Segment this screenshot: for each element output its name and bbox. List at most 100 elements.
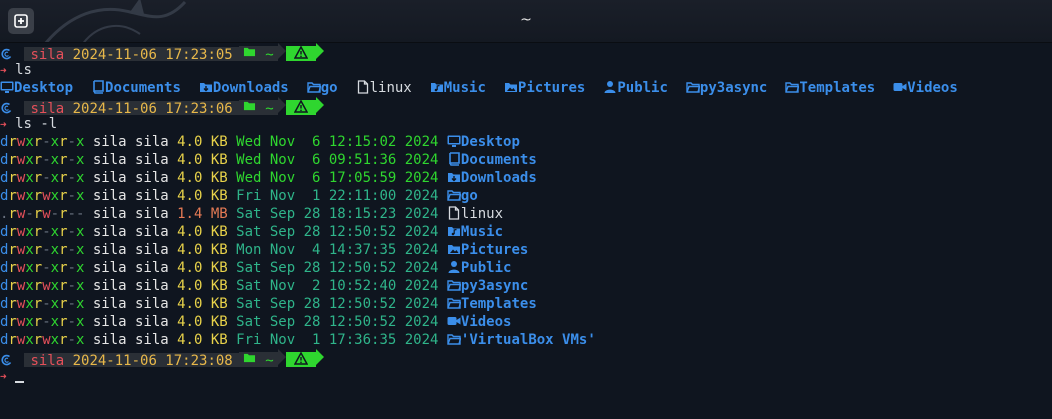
ls-entry: Templates: [785, 80, 875, 96]
image-folder-icon: [504, 80, 518, 94]
ls-entry: Music: [430, 80, 486, 96]
owner: sila: [92, 224, 127, 240]
prompt-warning-segment: [285, 46, 316, 61]
prompt-folder: ~: [265, 47, 274, 61]
permissions: drwxrwxr-x: [0, 188, 85, 204]
permissions: drwxr-xr-x: [0, 260, 85, 276]
command-line[interactable]: ➜: [0, 367, 1052, 385]
powerline-separator: [277, 349, 286, 365]
prompt-user: sila: [30, 101, 65, 115]
prompt-datetime: 2024-11-06 17:23:05: [72, 47, 233, 61]
prompt-datetime: 2024-11-06 17:23:06: [72, 101, 233, 115]
file-size: 4.0: [177, 170, 203, 186]
debian-swirl-icon: [0, 47, 14, 61]
ls-l-row: drwxrwxr-x sila sila 4.0 KB Fri Nov 1 22…: [0, 187, 1052, 205]
entry-name: Public: [460, 260, 512, 276]
size-unit: KB: [210, 278, 228, 294]
powerline-separator: [277, 43, 286, 59]
permissions: drwxr-xr-x: [0, 152, 85, 168]
terminal-output[interactable]: sila 2024-11-06 17:23:05 ~ ➜ ls Desktop Doc…: [0, 43, 1052, 419]
user-icon: [603, 80, 617, 94]
ls-l-row: drwxr-xr-x sila sila 4.0 KB Wed Nov 6 17…: [0, 169, 1052, 187]
download-folder-icon: [199, 80, 213, 94]
modified-date: Fri Nov 1 22:11:00 2024: [236, 188, 439, 204]
file-size: 4.0: [177, 278, 203, 294]
owner: sila: [92, 170, 127, 186]
powerline-separator: [315, 43, 324, 59]
permissions: drwxr-xr-x: [0, 314, 85, 330]
file-size: 4.0: [177, 242, 203, 258]
ls-l-row: drwxr-xr-x sila sila 4.0 KB Wed Nov 6 12…: [0, 133, 1052, 151]
ls-entry-name: Templates: [799, 80, 876, 96]
ls-l-row: drwxr-xr-x sila sila 4.0 KB Wed Nov 6 09…: [0, 151, 1052, 169]
command-line[interactable]: ➜ ls: [0, 61, 1052, 79]
file-icon: [356, 80, 370, 94]
owner: sila: [92, 134, 127, 150]
command-text: ls -l: [15, 116, 58, 132]
folder-solid-icon: [243, 352, 257, 366]
modified-date: Wed Nov 6 17:05:59 2024: [236, 170, 439, 186]
modified-date: Mon Nov 4 14:37:35 2024: [236, 242, 439, 258]
ls-entry: py3async: [686, 80, 767, 96]
prompt-arrow-icon: ➜: [0, 370, 7, 383]
file-size: 4.0: [177, 296, 203, 312]
entry-name: Downloads: [460, 170, 537, 186]
folder-solid-icon: [243, 46, 257, 60]
folder-outline-icon: [447, 332, 461, 346]
owner: sila: [92, 206, 127, 222]
prompt-line: sila 2024-11-06 17:23:05 ~: [0, 43, 1052, 61]
group: sila: [134, 188, 169, 204]
owner: sila: [92, 332, 127, 348]
file-size: 4.0: [177, 134, 203, 150]
ls-l-row: drwxrwxr-x sila sila 4.0 KB Fri Nov 1 17…: [0, 331, 1052, 349]
video-icon: [447, 314, 461, 328]
size-unit: KB: [210, 152, 228, 168]
prompt-folder-segment: ~: [238, 352, 278, 367]
image-folder-icon: [447, 242, 461, 256]
powerline-separator: [315, 97, 324, 113]
size-unit: KB: [210, 332, 228, 348]
owner: sila: [92, 242, 127, 258]
file-size: 4.0: [177, 188, 203, 204]
desktop-icon: [0, 80, 14, 94]
modified-date: Sat Sep 28 12:50:52 2024: [236, 260, 439, 276]
video-icon: [893, 80, 907, 94]
desktop-icon: [447, 134, 461, 148]
ls-entry: Downloads: [199, 80, 289, 96]
group: sila: [134, 332, 169, 348]
command-text: ls: [15, 62, 32, 78]
entry-name: Videos: [460, 314, 512, 330]
group: sila: [134, 152, 169, 168]
owner: sila: [92, 296, 127, 312]
ls-entry-name: Public: [617, 80, 668, 96]
size-unit: KB: [210, 224, 228, 240]
entry-name: Documents: [460, 152, 537, 168]
group: sila: [134, 242, 169, 258]
group: sila: [134, 296, 169, 312]
prompt-user-block: sila 2024-11-06 17:23:05: [24, 47, 239, 61]
file-size: 4.0: [177, 260, 203, 276]
modified-date: Fri Nov 1 17:36:35 2024: [236, 332, 439, 348]
owner: sila: [92, 278, 127, 294]
user-icon: [447, 260, 461, 274]
new-tab-button[interactable]: [8, 8, 34, 34]
ls-entry: Public: [603, 80, 668, 96]
ls-entry: Documents: [91, 80, 181, 96]
folder-outline-icon: [307, 80, 321, 94]
ls-entry: Videos: [893, 80, 958, 96]
prompt-folder: ~: [265, 353, 274, 367]
prompt-datetime: 2024-11-06 17:23:08: [72, 353, 233, 367]
ls-entry-name: Downloads: [212, 80, 289, 96]
ls-entry-name: Videos: [907, 80, 958, 96]
prompt-arrow-icon: ➜: [0, 118, 7, 131]
prompt-user-block: sila 2024-11-06 17:23:06: [24, 101, 239, 115]
ls-entry-name: go: [320, 80, 338, 96]
group: sila: [134, 278, 169, 294]
command-line[interactable]: ➜ ls -l: [0, 115, 1052, 133]
prompt-warning-segment: [285, 100, 316, 115]
group: sila: [134, 224, 169, 240]
file-size: 4.0: [177, 224, 203, 240]
permissions: drwxr-xr-x: [0, 170, 85, 186]
warning-icon: [293, 352, 308, 366]
size-unit: KB: [210, 242, 228, 258]
